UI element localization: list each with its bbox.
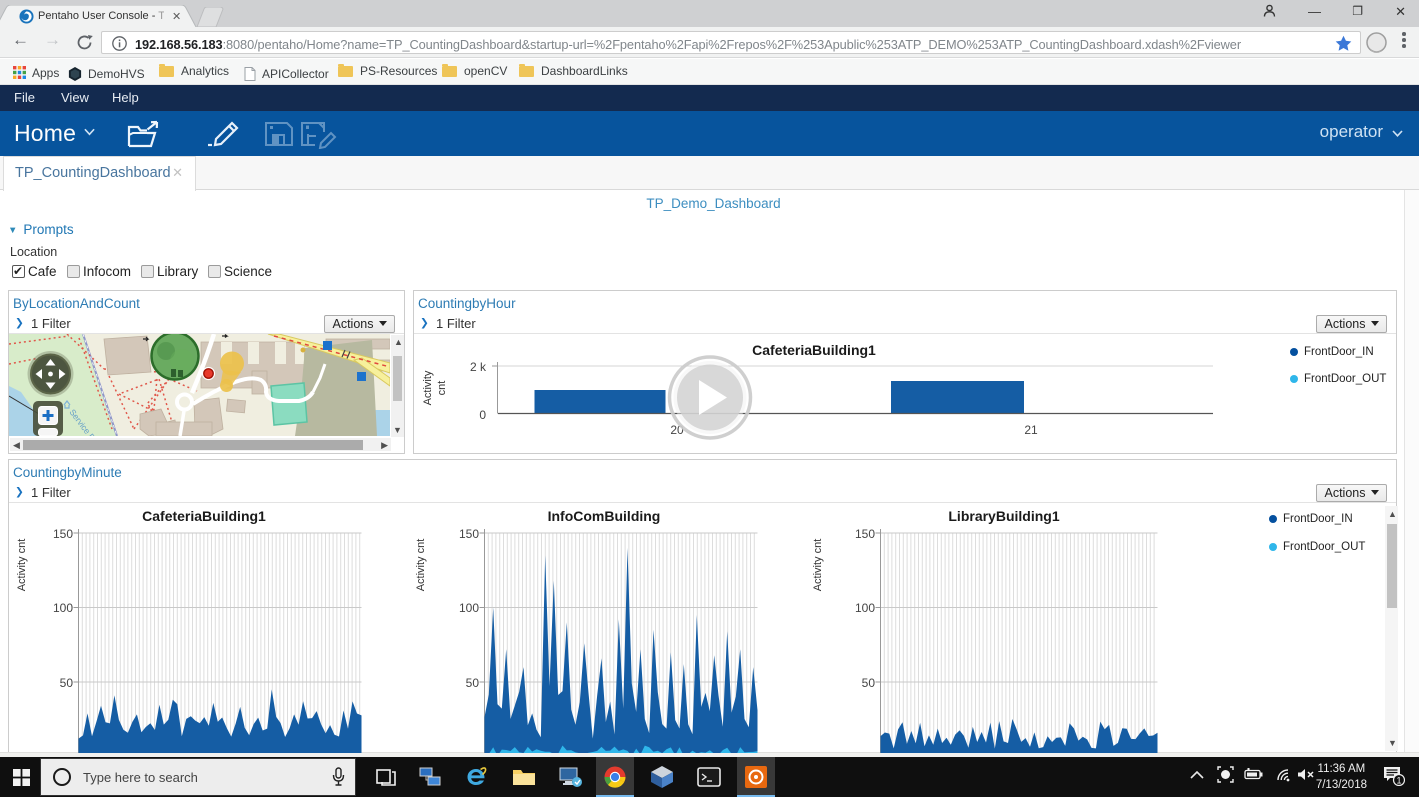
svg-text:Activity cnt: Activity cnt [415, 539, 427, 592]
svg-text:Activity cnt: Activity cnt [812, 539, 824, 592]
svg-text:1: 1 [1396, 776, 1401, 786]
svg-text:Activity cnt: Activity cnt [16, 539, 28, 592]
svg-text:cnt: cnt [436, 381, 448, 396]
svg-text:Activity: Activity [422, 370, 434, 405]
svg-text:21: 21 [1024, 423, 1038, 437]
